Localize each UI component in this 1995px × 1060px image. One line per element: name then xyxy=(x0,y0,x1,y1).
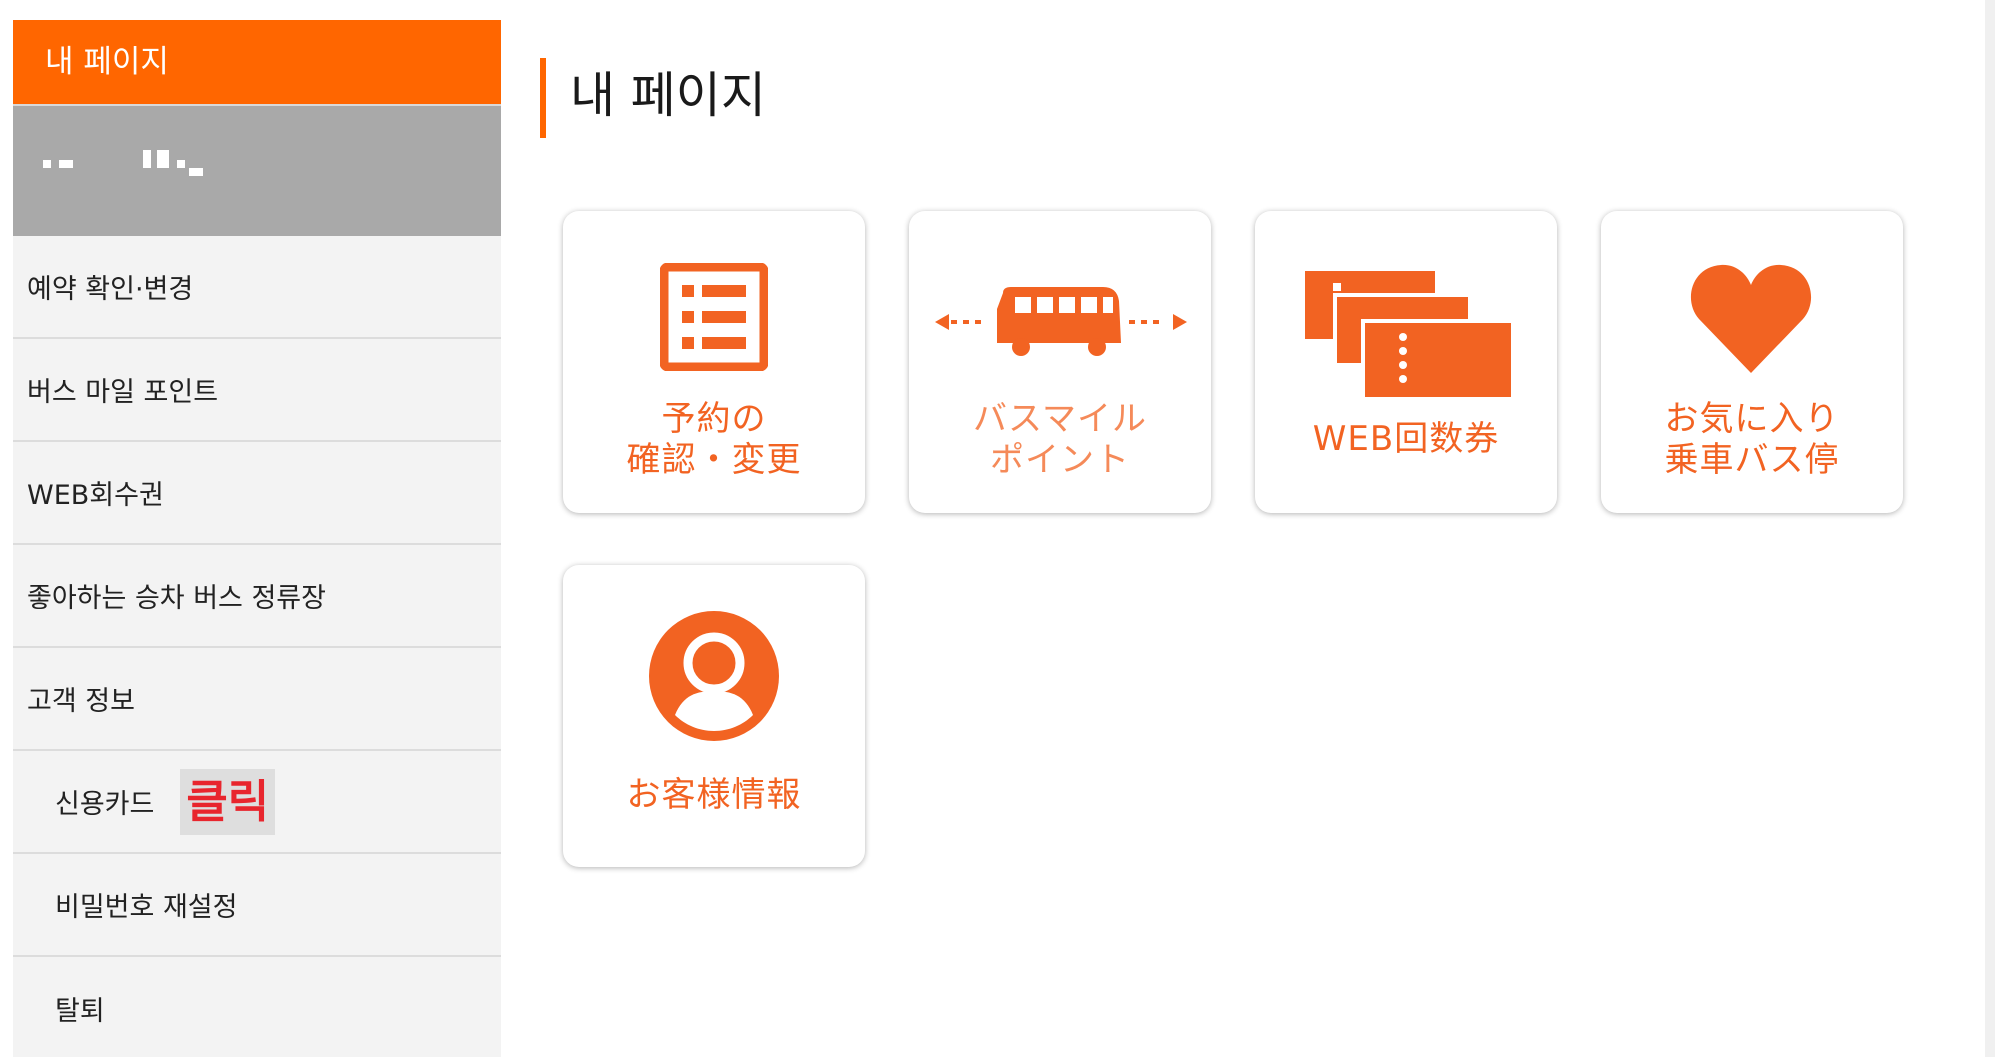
tile-label: WEB回数券 xyxy=(1312,419,1500,459)
tile-favorite-stops[interactable]: お気に入り 乗車バス停 xyxy=(1601,211,1903,513)
sidebar-item-label: WEB회수권 xyxy=(27,480,164,511)
heart-icon xyxy=(1690,264,1812,373)
user-info-redacted xyxy=(13,104,501,236)
sidebar-item-label: 버스 마일 포인트 xyxy=(27,377,219,408)
tile-label: 予約の 確認・変更 xyxy=(626,399,802,480)
tile-customer-info[interactable]: お客様情報 xyxy=(563,565,865,867)
sidebar-item-customer-info[interactable]: 고객 정보 xyxy=(13,648,501,751)
sidebar-item-password-reset[interactable]: 비밀번호 재설정 xyxy=(13,854,501,957)
tile-label: お気に入り 乗車バス停 xyxy=(1664,399,1840,480)
bus-icon xyxy=(935,287,1187,356)
tile-web-coupon[interactable]: WEB回数券 xyxy=(1255,211,1557,513)
user-icon xyxy=(649,611,779,741)
click-annotation: 클릭 xyxy=(180,768,276,835)
sidebar-item-label: 비밀번호 재설정 xyxy=(55,892,238,923)
sidebar-item-reservation[interactable]: 예약 확인·변경 xyxy=(13,236,501,339)
tile-bus-mile-points[interactable]: バスマイル ポイント xyxy=(909,211,1211,513)
sidebar-item-label: 고객 정보 xyxy=(27,686,135,717)
sidebar-item-withdraw[interactable]: 탈퇴 xyxy=(13,957,501,1060)
sidebar-item-label: 탈퇴 xyxy=(55,996,105,1027)
scrollbar[interactable] xyxy=(1985,0,1995,1057)
sidebar-item-label: 신용카드 xyxy=(55,789,155,820)
sidebar-item-label: 예약 확인·변경 xyxy=(27,274,194,305)
sidebar-item-favorite-stops[interactable]: 좋아하는 승차 버스 정류장 xyxy=(13,545,501,648)
tile-label: バスマイル ポイント xyxy=(973,399,1147,480)
page-title: 내 페이지 xyxy=(540,58,766,138)
tile-label: お客様情報 xyxy=(626,775,802,815)
tickets-icon xyxy=(1305,271,1513,399)
list-icon xyxy=(660,263,768,371)
sidebar: 내 페이지 예약 확인·변경 버스 마일 포인트 WEB회수권 좋아하는 승차 … xyxy=(13,20,501,1057)
sidebar-item-label: 좋아하는 승차 버스 정류장 xyxy=(27,583,326,614)
tile-reservation[interactable]: 予約の 確認・変更 xyxy=(563,211,865,513)
sidebar-item-credit-card[interactable]: 신용카드 클릭 xyxy=(13,751,501,854)
sidebar-item-bus-mile-points[interactable]: 버스 마일 포인트 xyxy=(13,339,501,442)
sidebar-item-web-coupon[interactable]: WEB회수권 xyxy=(13,442,501,545)
sidebar-header[interactable]: 내 페이지 xyxy=(13,20,501,104)
